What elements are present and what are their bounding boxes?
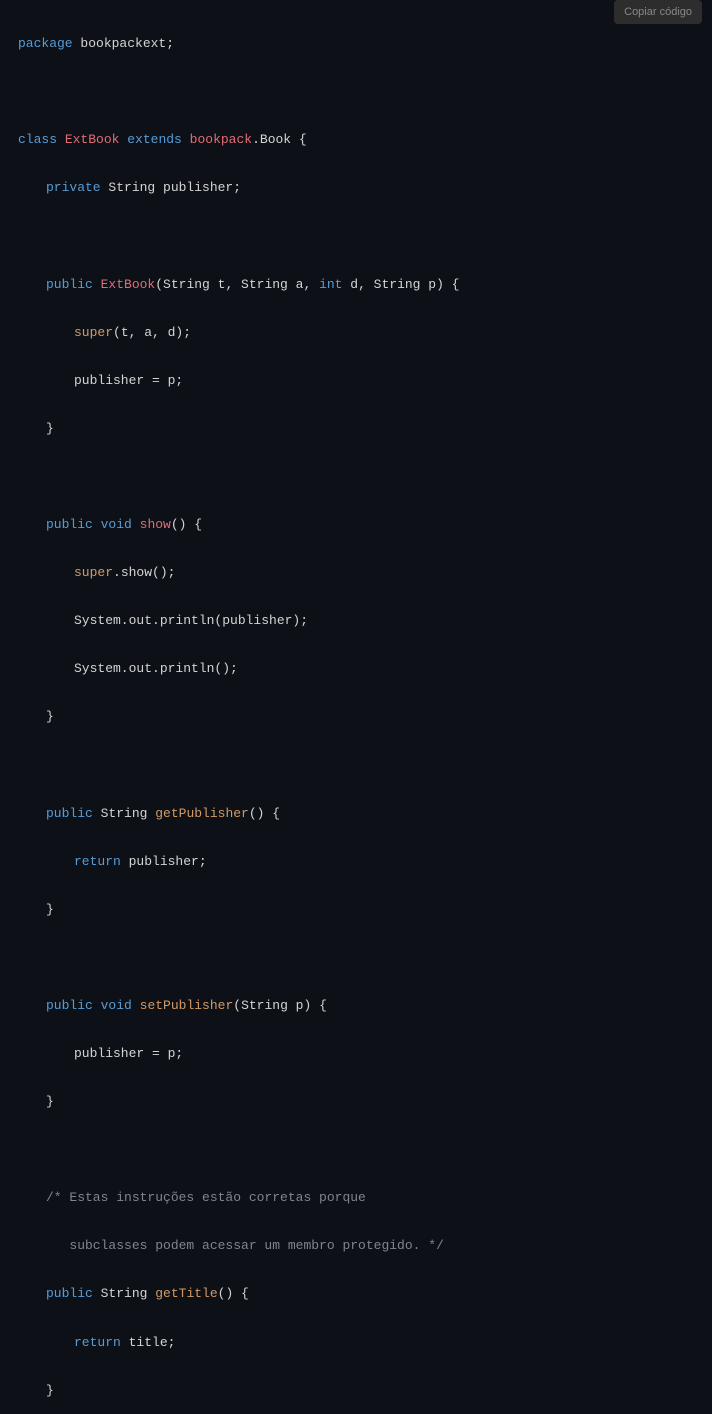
keyword-extends: extends bbox=[127, 132, 182, 147]
code-line-empty bbox=[18, 224, 694, 248]
copy-code-button[interactable]: Copiar código bbox=[614, 0, 702, 24]
code-line: public String getPublisher() { bbox=[18, 802, 694, 826]
params: d, String p) { bbox=[342, 277, 459, 292]
keyword-super: super bbox=[74, 565, 113, 580]
statement: System.out.println(); bbox=[74, 661, 238, 676]
code-line: public void show() { bbox=[18, 513, 694, 537]
code-line-empty bbox=[18, 80, 694, 104]
keyword-public: public bbox=[46, 1286, 93, 1301]
return-type: String bbox=[93, 806, 155, 821]
code-line-empty bbox=[18, 753, 694, 777]
code-text bbox=[132, 517, 140, 532]
return-value: publisher; bbox=[121, 854, 207, 869]
method-name: getTitle bbox=[155, 1286, 217, 1301]
code-line: System.out.println(); bbox=[18, 657, 694, 681]
code-line: class ExtBook extends bookpack.Book { bbox=[18, 128, 694, 152]
code-line-empty bbox=[18, 946, 694, 970]
code-line: super.show(); bbox=[18, 561, 694, 585]
code-line: public String getTitle() { bbox=[18, 1282, 694, 1306]
args: (t, a, d); bbox=[113, 325, 191, 340]
keyword-public: public bbox=[46, 806, 93, 821]
class-name: ExtBook bbox=[65, 132, 120, 147]
code-line: publisher = p; bbox=[18, 1042, 694, 1066]
brace: } bbox=[46, 421, 54, 436]
keyword-super: super bbox=[74, 325, 113, 340]
code-line: } bbox=[18, 1379, 694, 1403]
return-value: title; bbox=[121, 1335, 176, 1350]
code-line: package bookpackext; bbox=[18, 32, 694, 56]
code-line: } bbox=[18, 1090, 694, 1114]
code-line-empty bbox=[18, 465, 694, 489]
return-type: String bbox=[93, 1286, 155, 1301]
keyword-void: void bbox=[93, 998, 132, 1013]
dot: . bbox=[252, 132, 260, 147]
brace: } bbox=[46, 1383, 54, 1398]
keyword-return: return bbox=[74, 854, 121, 869]
code-text bbox=[57, 132, 65, 147]
declaration: String publisher; bbox=[101, 180, 241, 195]
keyword-class: class bbox=[18, 132, 57, 147]
comment: subclasses podem acessar um membro prote… bbox=[46, 1238, 444, 1253]
class-ref: Book bbox=[260, 132, 291, 147]
code-line: /* Estas instruções estão corretas porqu… bbox=[18, 1186, 694, 1210]
code-line: } bbox=[18, 705, 694, 729]
code-line: public ExtBook(String t, String a, int d… bbox=[18, 273, 694, 297]
constructor-name: ExtBook bbox=[101, 277, 156, 292]
code-text bbox=[132, 998, 140, 1013]
params: (String t, String a, bbox=[155, 277, 319, 292]
code-line: super(t, a, d); bbox=[18, 321, 694, 345]
brace: } bbox=[46, 902, 54, 917]
keyword-int: int bbox=[319, 277, 342, 292]
method-call: .show(); bbox=[113, 565, 175, 580]
method-name: getPublisher bbox=[155, 806, 249, 821]
code-line: private String publisher; bbox=[18, 176, 694, 200]
keyword-return: return bbox=[74, 1335, 121, 1350]
statement: publisher = p; bbox=[74, 1046, 183, 1061]
brace: } bbox=[46, 709, 54, 724]
code-line: } bbox=[18, 898, 694, 922]
comment: /* Estas instruções estão corretas porqu… bbox=[46, 1190, 366, 1205]
code-line: public void setPublisher(String p) { bbox=[18, 994, 694, 1018]
semicolon: ; bbox=[166, 36, 174, 51]
code-line: subclasses podem acessar um membro prote… bbox=[18, 1234, 694, 1258]
code-block: package bookpackext; class ExtBook exten… bbox=[0, 0, 712, 1414]
method-name: setPublisher bbox=[140, 998, 234, 1013]
code-line: publisher = p; bbox=[18, 369, 694, 393]
package-name: bookpackext bbox=[80, 36, 166, 51]
paren: () { bbox=[171, 517, 202, 532]
keyword-void: void bbox=[93, 517, 132, 532]
code-line: } bbox=[18, 417, 694, 441]
brace: } bbox=[46, 1094, 54, 1109]
code-line-empty bbox=[18, 1138, 694, 1162]
code-text bbox=[182, 132, 190, 147]
params: (String p) { bbox=[233, 998, 327, 1013]
keyword-private: private bbox=[46, 180, 101, 195]
statement: publisher = p; bbox=[74, 373, 183, 388]
brace: { bbox=[291, 132, 307, 147]
keyword-public: public bbox=[46, 277, 93, 292]
package-ref: bookpack bbox=[190, 132, 252, 147]
statement: System.out.println(publisher); bbox=[74, 613, 308, 628]
keyword-package: package bbox=[18, 36, 73, 51]
paren: () { bbox=[218, 1286, 249, 1301]
code-line: System.out.println(publisher); bbox=[18, 609, 694, 633]
method-name: show bbox=[140, 517, 171, 532]
code-line: return title; bbox=[18, 1331, 694, 1355]
code-line: return publisher; bbox=[18, 850, 694, 874]
keyword-public: public bbox=[46, 998, 93, 1013]
keyword-public: public bbox=[46, 517, 93, 532]
code-text bbox=[93, 277, 101, 292]
paren: () { bbox=[249, 806, 280, 821]
